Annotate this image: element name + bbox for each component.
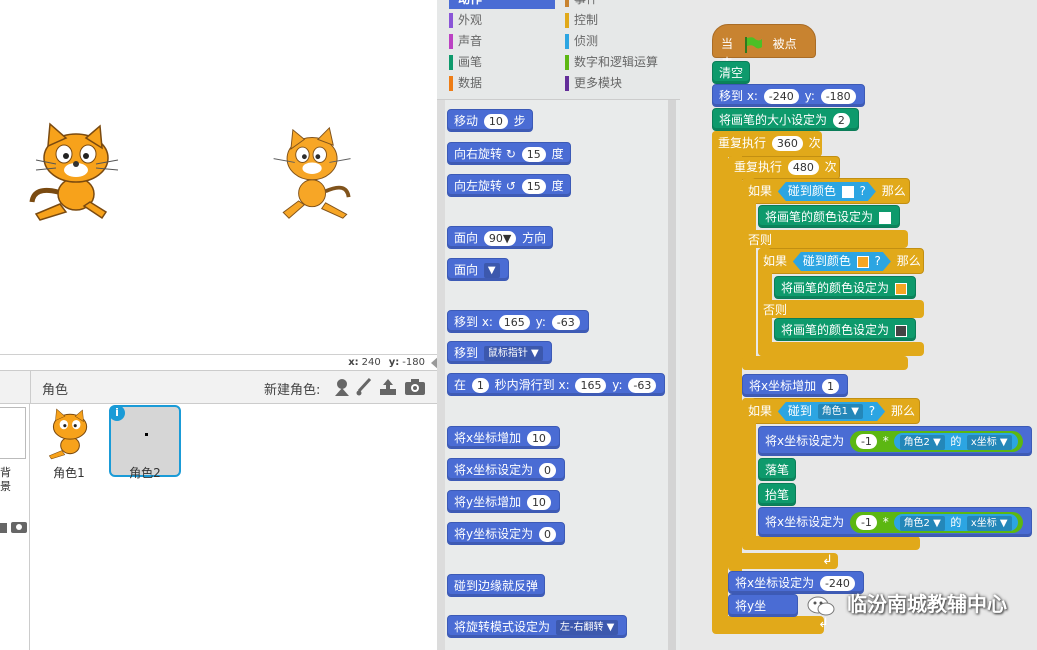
cat-thumb-icon [48,408,88,460]
block-goto[interactable]: 移到 鼠标指针 ▼ [447,341,552,364]
block-categories: 动作 事件 外观 控制 声音 侦测 画笔 数字和逻辑运算 数据 更多模块 [437,0,680,100]
category-operators[interactable]: 数字和逻辑运算 [565,53,658,72]
towards-dropdown[interactable]: ▼ [483,263,500,278]
if-else-1-arm [742,178,756,370]
if-else-2-bottom [758,342,924,356]
category-sound[interactable]: 声音 [449,32,482,51]
block-point-direction[interactable]: 面向 90▼ 方向 [447,226,554,249]
divider [30,371,31,405]
stage-thumbnail[interactable] [0,407,26,459]
sprite-panel-title: 角色 [42,383,69,398]
rotation-dropdown[interactable]: 左-右翻转 ▼ [555,620,619,635]
touching-color-white[interactable]: 碰到颜色 ? [778,182,876,201]
script-change-y[interactable]: 将y坐 [728,594,798,617]
repeat-360-arm [712,131,728,631]
upload-icon[interactable] [378,377,398,397]
sprite-list: 背 景 角色1 i 角色2 [0,404,437,650]
steps-input[interactable]: 10 [483,114,508,129]
stage[interactable] [0,0,437,355]
block-rotation-style[interactable]: 将旋转模式设定为 左-右翻转 ▼ [447,615,628,638]
script-pen-down[interactable]: 落笔 [758,458,797,481]
if-else-1-label: 如果 碰到颜色 ? 那么 [748,180,906,202]
new-sprite-label: 新建角色: [264,383,321,398]
repeat-480-label: 重复执行 480 次 [734,160,837,175]
repeat-360-bottom [712,616,824,634]
script-set-x-2[interactable]: 将x坐标设定为 -1 * 角色2 ▼ 的 x坐标 ▼ [758,507,1032,537]
category-control[interactable]: 控制 [565,11,598,30]
block-point-towards[interactable]: 面向 ▼ [447,258,509,281]
sprite-thumb-2[interactable]: i 角色2 [109,405,181,480]
sprite-name-1: 角色1 [53,466,85,480]
block-glide[interactable]: 在 1 秒内滑行到 x: 165 y: -63 [447,373,666,396]
block-bounce[interactable]: 碰到边缘就反弹 [447,574,546,597]
block-move-steps[interactable]: 移动 10 步 [447,109,533,132]
watermark: 临汾南城教辅中心 [806,588,1007,618]
stage-label-2: 景 [0,480,11,493]
rotate-ccw-icon: ↺ [505,179,516,193]
sprite-panel-header: 角色 新建角色: [0,370,437,405]
category-motion[interactable]: 动作 [449,0,555,9]
touching-color-orange[interactable]: 碰到颜色 ? [793,252,891,271]
coord-x-label: x: [348,357,359,368]
script-set-pen-color-dark[interactable]: 将画笔的颜色设定为 [774,318,916,341]
if-3-bottom [742,536,920,550]
repeat-360-label: 重复执行 360 次 [718,136,821,151]
script-change-x[interactable]: 将x坐标增加 1 [742,374,848,397]
category-more-blocks[interactable]: 更多模块 [565,74,622,93]
if-else-1-bottom [742,356,908,370]
script-pen-up[interactable]: 抬笔 [758,483,797,506]
green-flag-icon [744,36,762,53]
stage-camera-icon[interactable] [10,518,28,534]
category-sensing[interactable]: 侦测 [565,32,598,51]
cat-sprite-1[interactable] [26,122,122,226]
touching-sprite[interactable]: 碰到 角色1 ▼ ? [778,402,885,421]
sprite-library-icon[interactable] [333,378,351,396]
else-label-2: 否则 [763,303,788,317]
coord-y-label: y: [388,357,400,368]
script-set-pen-size[interactable]: 将画笔的大小设定为 2 [712,108,859,131]
else-label-1: 否则 [748,233,773,247]
category-pen[interactable]: 画笔 [449,53,482,72]
hat-when-flag-clicked[interactable]: 当 被点击 [712,24,816,70]
stage-upload-icon[interactable] [0,520,8,534]
script-set-x-1[interactable]: 将x坐标设定为 -1 * 角色2 ▼ 的 x坐标 ▼ [758,426,1032,456]
loop-arrow-icon: ↲ [818,616,829,631]
cat-sprite-2[interactable] [266,124,362,224]
script-goto-xy[interactable]: 移到 x: -240 y: -180 [712,84,865,107]
goto-dropdown[interactable]: 鼠标指针 ▼ [483,346,543,361]
coord-x-value: 240 [361,357,381,368]
block-set-x[interactable]: 将x坐标设定为 0 [447,458,565,481]
info-icon[interactable]: i [109,405,125,421]
block-change-x[interactable]: 将x坐标增加 10 [447,426,560,449]
coord-y-value: -180 [402,357,425,368]
block-goto-xy[interactable]: 移到 x: 165 y: -63 [447,310,589,333]
block-turn-left[interactable]: 向左旋转 ↺ 15 度 [447,174,571,197]
loop-arrow-icon-2: ↲ [822,553,833,568]
sprite-2-dot [145,433,148,436]
block-turn-right[interactable]: 向右旋转 ↻ 15 度 [447,142,571,165]
script-clear[interactable]: 清空 [712,61,751,84]
palette-scrollbar[interactable] [668,100,676,650]
repeat-480-arm [728,156,742,571]
category-events[interactable]: 事件 [565,0,598,9]
category-looks[interactable]: 外观 [449,11,482,30]
camera-icon[interactable] [404,378,426,396]
category-data[interactable]: 数据 [449,74,482,93]
sprite-thumb-1[interactable]: 角色1 [33,406,105,480]
sprite-name-2: 角色2 [129,466,161,480]
if-else-2-label: 如果 碰到颜色 ? 那么 [763,250,921,272]
paint-brush-icon[interactable] [355,377,373,397]
wechat-icon [807,596,835,615]
script-set-pen-color-white[interactable]: 将画笔的颜色设定为 [758,205,900,228]
mouse-coordinates: x: 240 y: -180 [330,355,435,370]
if-3-label: 如果 碰到 角色1 ▼ ? 那么 [748,400,915,422]
script-set-pen-color-orange[interactable]: 将画笔的颜色设定为 [774,276,916,299]
block-set-y[interactable]: 将y坐标设定为 0 [447,522,565,545]
rotate-cw-icon: ↻ [505,147,516,161]
stage-thumb-column: 背 景 [0,404,30,650]
block-change-y[interactable]: 将y坐标增加 10 [447,490,560,513]
